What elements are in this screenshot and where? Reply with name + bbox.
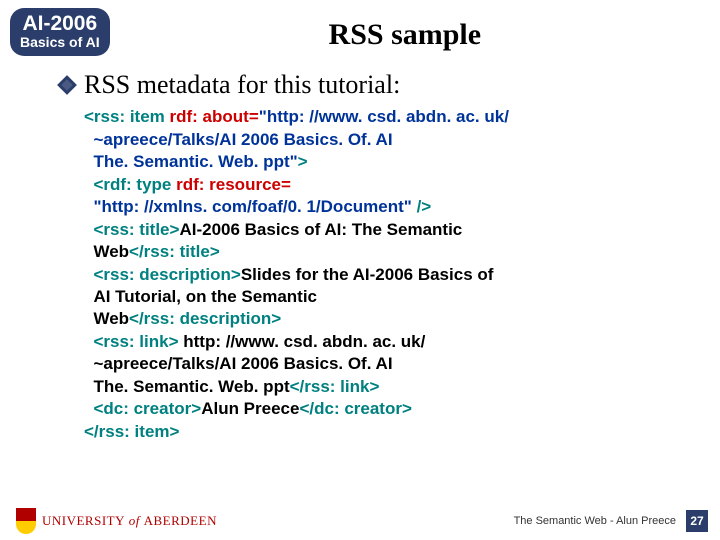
code-val: "http: //xmlns. com/foaf/0. 1/Document" xyxy=(84,197,417,216)
code-tag: /> xyxy=(417,197,432,216)
university-name: UNIVERSITY of ABERDEEN xyxy=(42,513,217,529)
code-tag: <dc: creator> xyxy=(84,399,201,418)
code-text: Slides for the AI-2006 Basics of xyxy=(241,265,494,284)
code-text: ~apreece/Talks/AI 2006 Basics. Of. AI xyxy=(84,354,393,373)
code-text: AI Tutorial, on the Semantic xyxy=(84,287,317,306)
slide-content: RSS metadata for this tutorial: <rss: it… xyxy=(0,56,720,443)
code-tag: </dc: creator> xyxy=(299,399,411,418)
uni-word: UNIVERSITY xyxy=(42,513,125,528)
code-attr: rdf: resource= xyxy=(176,175,291,194)
code-val: "http: //www. csd. abdn. ac. uk/ xyxy=(259,107,509,126)
university-logo: UNIVERSITY of ABERDEEN xyxy=(16,508,217,534)
footer-text: The Semantic Web - Alun Preece xyxy=(514,515,676,527)
code-tag: </rss: title> xyxy=(129,242,220,261)
shield-icon xyxy=(16,508,36,534)
code-text: Web xyxy=(84,242,129,261)
code-text: AI-2006 Basics of AI: The Semantic xyxy=(179,220,462,239)
badge-bottom: Basics of AI xyxy=(20,35,100,50)
slide-header: AI-2006 Basics of AI RSS sample xyxy=(0,0,720,56)
badge-top: AI-2006 xyxy=(20,12,100,35)
code-tag: </rss: link> xyxy=(290,377,380,396)
code-text: http: //www. csd. abdn. ac. uk/ xyxy=(179,332,426,351)
code-tag: </rss: item> xyxy=(84,422,179,441)
code-tag: <rss: link> xyxy=(84,332,179,351)
code-tag: <rss: title> xyxy=(84,220,179,239)
diamond-bullet-icon xyxy=(57,76,77,96)
code-tag: <rss: item xyxy=(84,107,170,126)
code-tag: </rss: description> xyxy=(129,309,281,328)
code-val: ~apreece/Talks/AI 2006 Basics. Of. AI xyxy=(84,130,393,149)
code-text: Alun Preece xyxy=(201,399,299,418)
code-text: The. Semantic. Web. ppt xyxy=(84,377,290,396)
code-text: Web xyxy=(84,309,129,328)
code-tag: > xyxy=(298,152,308,171)
uni-of: of xyxy=(125,513,144,528)
code-tag: <rss: description> xyxy=(84,265,241,284)
slide-footer: UNIVERSITY of ABERDEEN The Semantic Web … xyxy=(0,508,720,534)
page-number: 27 xyxy=(686,510,708,532)
code-val: The. Semantic. Web. ppt" xyxy=(84,152,298,171)
uni-aberdeen: ABERDEEN xyxy=(144,513,217,528)
slide-title: RSS sample xyxy=(90,18,720,52)
rss-code-block: <rss: item rdf: about="http: //www. csd.… xyxy=(84,106,690,443)
bullet-text: RSS metadata for this tutorial: xyxy=(84,70,400,100)
footer-right: The Semantic Web - Alun Preece 27 xyxy=(514,510,708,532)
bullet-row: RSS metadata for this tutorial: xyxy=(60,70,690,100)
code-attr: rdf: about= xyxy=(170,107,259,126)
code-tag: <rdf: type xyxy=(84,175,176,194)
